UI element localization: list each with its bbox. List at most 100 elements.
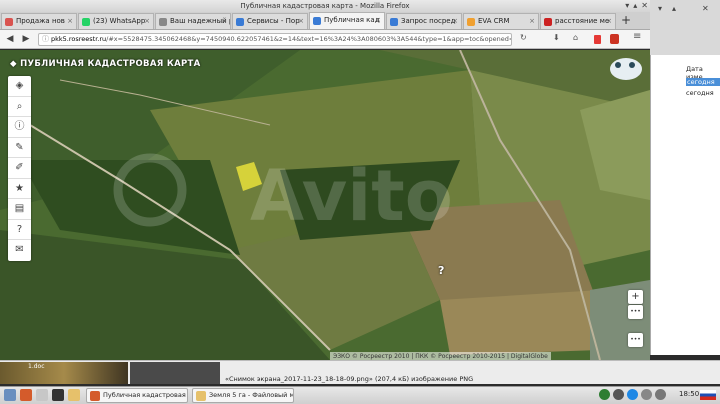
forward-icon[interactable]: ▶ [19, 33, 33, 46]
volume-icon[interactable] [655, 389, 666, 400]
tab-favicon-icon [313, 17, 321, 25]
tab[interactable]: Продажа нов × [1, 13, 77, 29]
window-title: Публичная кадастровая карта - Mozilla Fi… [0, 0, 650, 12]
close-icon[interactable]: ✕ [641, 1, 648, 10]
tab-favicon-icon [236, 18, 244, 26]
files-icon[interactable] [36, 389, 48, 401]
tab-favicon-icon [159, 18, 167, 26]
unknown-marker[interactable]: ? [438, 264, 444, 277]
file-row[interactable]: сегодня [686, 78, 720, 86]
tab-close-icon[interactable]: × [529, 14, 535, 29]
task-label: Земля 5 га - Файловый ме [209, 391, 294, 399]
tab-label: Запрос посред [401, 17, 456, 25]
tab-close-icon[interactable]: × [221, 14, 227, 29]
menu-icon[interactable]: ≡ [633, 31, 641, 42]
help-icon[interactable]: ? [8, 220, 31, 240]
map-title: ◆ ПУБЛИЧНАЯ КАДАСТРОВАЯ КАРТА [10, 59, 200, 69]
zoom-in-button[interactable]: + [628, 290, 643, 304]
tab[interactable]: расстояние ме × [540, 13, 616, 29]
thumbnail-label: 1.doc [28, 363, 45, 370]
search-icon[interactable]: ⌕ [8, 97, 31, 117]
tab-favicon-icon [5, 18, 13, 26]
start-menu-icon[interactable] [4, 389, 16, 401]
tab-close-icon[interactable]: × [606, 14, 612, 29]
tab-label: Публичная кад [324, 16, 380, 24]
task-label: Публичная кадастровая кар [103, 391, 187, 399]
map-title-text: ПУБЛИЧНАЯ КАДАСТРОВАЯ КАРТА [20, 59, 201, 69]
thumbnail-image[interactable] [130, 362, 220, 384]
url-bar[interactable]: ⓘ pkk5.rosreestr.ru/#x=5528475.345062468&… [38, 33, 512, 46]
close-icon[interactable]: ✕ [702, 4, 709, 13]
tab-favicon-icon [467, 18, 475, 26]
task-file-manager[interactable]: Земля 5 га - Файловый ме [192, 388, 294, 403]
maximize-icon[interactable]: ▴ [672, 4, 676, 13]
back-icon[interactable]: ◀ [3, 33, 17, 46]
terminal-icon[interactable] [52, 389, 64, 401]
new-tab-button[interactable]: + [619, 13, 633, 29]
tab[interactable]: Публичная кад × [309, 12, 385, 29]
app-tray-icon[interactable] [613, 389, 624, 400]
maximize-icon[interactable]: ▴ [633, 1, 637, 10]
map-imagery: Avito [0, 50, 650, 360]
navigation-bar: ◀ ▶ ⓘ pkk5.rosreestr.ru/#x=5528475.345062… [0, 30, 650, 49]
file-row[interactable]: сегодня [686, 89, 714, 97]
star-icon[interactable]: ★ [8, 179, 31, 199]
tab-close-icon[interactable]: × [144, 14, 150, 29]
url-host: pkk5.rosreestr.ru [51, 35, 107, 43]
mail-icon[interactable]: ✉ [8, 240, 31, 261]
minimize-icon[interactable]: ▾ [625, 1, 629, 10]
download-icon[interactable]: ⬇ [553, 33, 560, 42]
print-icon[interactable]: ▤ [8, 199, 31, 220]
tab-favicon-icon [544, 18, 552, 26]
tab[interactable]: (23) WhatsApp × [78, 13, 154, 29]
task-firefox[interactable]: Публичная кадастровая кар [86, 388, 188, 403]
tab[interactable]: Запрос посред × [386, 13, 462, 29]
tab-close-icon[interactable]: × [67, 14, 73, 29]
ruler-icon[interactable]: ✐ [8, 158, 31, 179]
tab[interactable]: Сервисы - Пор × [232, 13, 308, 29]
fennec-logo [606, 53, 644, 83]
tab-label: Продажа нов [16, 17, 65, 25]
flag-icon[interactable] [594, 35, 601, 44]
tab[interactable]: EVA CRM × [463, 13, 539, 29]
pencil-icon[interactable]: ✎ [8, 138, 31, 158]
adblock-icon[interactable] [610, 34, 619, 44]
clock: 18:50 [679, 390, 700, 398]
options-button[interactable]: ••• [628, 333, 643, 347]
folder-icon[interactable] [68, 389, 80, 401]
tab-label: расстояние ме [555, 17, 610, 25]
download-item-text[interactable]: «Снимок экрана_2017-11-23_18-18-09.png» … [225, 375, 473, 383]
url-path: /#x=5528475.345062468&y=7450940.62205746… [106, 35, 512, 43]
satellite-map[interactable]: Avito [0, 50, 650, 360]
window-controls: ▾ ▴ ✕ [625, 1, 648, 10]
firefox-icon [90, 391, 100, 401]
firefox-icon[interactable] [20, 389, 32, 401]
tab-close-icon[interactable]: × [375, 13, 381, 28]
info-icon[interactable]: ⓘ [42, 34, 49, 45]
tab-bar: Продажа нов × (23) WhatsApp × Ваш надежный р… [0, 12, 650, 30]
keyboard-layout-flag-icon[interactable] [700, 390, 716, 400]
fox-image [610, 58, 642, 80]
tab-label: (23) WhatsApp [93, 17, 146, 25]
home-icon[interactable]: ⌂ [573, 33, 578, 42]
tab-label: Сервисы - Пор [247, 17, 300, 25]
network-icon[interactable] [599, 389, 610, 400]
file-manager-panel [650, 55, 720, 355]
skype-icon[interactable] [627, 389, 638, 400]
tab-favicon-icon [82, 18, 90, 26]
tab[interactable]: Ваш надежный р × [155, 13, 231, 29]
tab-favicon-icon [390, 18, 398, 26]
folder-icon [196, 391, 206, 401]
power-icon[interactable] [641, 389, 652, 400]
tab-label: EVA CRM [478, 17, 510, 25]
more-button[interactable]: ••• [628, 305, 643, 319]
thumbnail-image[interactable]: 1.doc [0, 362, 128, 384]
tab-close-icon[interactable]: × [298, 14, 304, 29]
info-icon[interactable]: ⓘ [8, 117, 31, 138]
map-toolbar: ◈ ⌕ ⓘ ✎ ✐ ★ ▤ ? ✉ [8, 76, 31, 261]
tab-close-icon[interactable]: × [452, 14, 458, 29]
svg-text:Avito: Avito [250, 155, 453, 237]
layers-icon[interactable]: ◈ [8, 76, 31, 97]
reload-icon[interactable]: ↻ [520, 33, 527, 42]
minimize-icon[interactable]: ▾ [658, 4, 662, 13]
